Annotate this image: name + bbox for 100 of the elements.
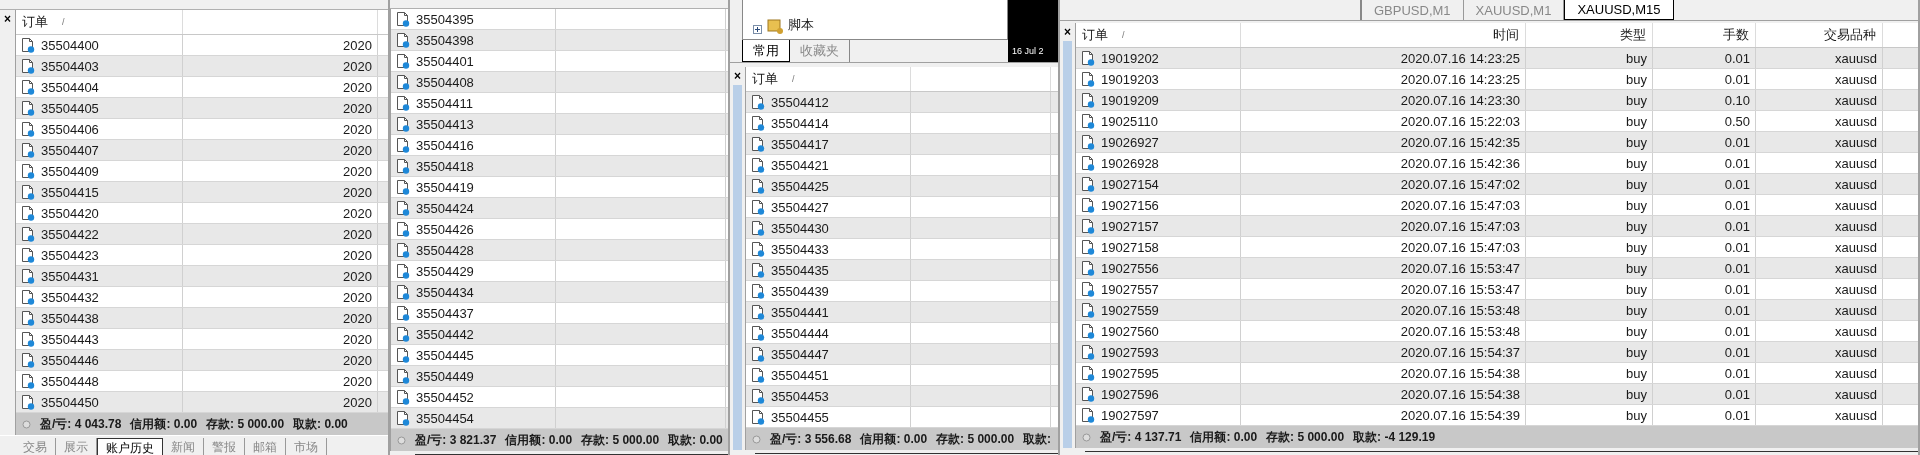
table-cell: xauusd (1835, 218, 1877, 234)
table-cell: 2020.07.16 14:23:30 (1400, 92, 1520, 108)
table-cell: 35504432 (41, 289, 99, 305)
document-icon (751, 136, 765, 152)
table-cell: xauusd (1835, 197, 1877, 213)
table-cell: 2020.07.16 14:23:25 (1400, 50, 1520, 66)
table-cell: 0.01 (1724, 71, 1750, 87)
table-cell: 19027560 (1101, 323, 1159, 339)
table-cell: 2020 (343, 394, 372, 410)
table-cell: 0.01 (1724, 344, 1750, 360)
status-text: 信用额: 0.00 (860, 430, 928, 448)
document-icon (1081, 176, 1095, 192)
table-cell: buy (1626, 407, 1647, 423)
table-cell: 35504398 (416, 32, 474, 48)
table-cell: 35504423 (41, 247, 99, 263)
document-icon (1081, 386, 1095, 402)
table-cell: xauusd (1835, 365, 1877, 381)
table-cell: 35504401 (416, 53, 474, 69)
document-icon (21, 142, 35, 158)
tree-item[interactable]: 脚本 (788, 16, 814, 34)
chart-tab[interactable]: XAUUSD,M15 (1564, 0, 1674, 20)
table-cell: 0.01 (1724, 239, 1750, 255)
table-cell: 0.01 (1724, 197, 1750, 213)
table-cell: buy (1626, 281, 1647, 297)
status-text: 信用额: 0.00 (130, 415, 198, 433)
column-header[interactable]: 手数 (1653, 23, 1756, 47)
table-cell: 19027156 (1101, 197, 1159, 213)
table-cell: xauusd (1835, 281, 1877, 297)
close-button[interactable]: × (734, 69, 741, 83)
table-cell: 19026928 (1101, 155, 1159, 171)
column-header[interactable]: 类型 (1526, 23, 1653, 47)
table-cell: 2020 (343, 268, 372, 284)
table-cell: 2020.07.16 15:47:03 (1400, 218, 1520, 234)
table-cell: 35504406 (41, 121, 99, 137)
status-text: 取款: 0.00 (668, 431, 723, 449)
table-cell: 2020 (343, 142, 372, 158)
chart-date: 16 Jul 2 (1012, 46, 1045, 56)
document-icon (396, 116, 410, 132)
table-cell: 0.01 (1724, 281, 1750, 297)
document-icon (21, 310, 35, 326)
table-cell: 35504407 (41, 142, 99, 158)
table-cell: buy (1626, 176, 1647, 192)
close-button[interactable]: × (4, 12, 11, 26)
document-icon (396, 32, 410, 48)
table-cell: 2020 (343, 310, 372, 326)
document-icon (396, 242, 410, 258)
table-cell: buy (1626, 365, 1647, 381)
table-cell: 35504441 (771, 304, 829, 320)
table-cell: 19027597 (1101, 407, 1159, 423)
table-cell: xauusd (1835, 92, 1877, 108)
table-cell: 35504444 (771, 325, 829, 341)
table-cell: 19027154 (1101, 176, 1159, 192)
table-cell: 2020 (343, 37, 372, 53)
table-cell: xauusd (1835, 323, 1877, 339)
table-cell: 35504437 (416, 305, 474, 321)
table-cell: xauusd (1835, 386, 1877, 402)
column-header[interactable]: 订单 / (16, 10, 183, 34)
table-cell: buy (1626, 50, 1647, 66)
document-icon (751, 262, 765, 278)
table-cell: 35504414 (771, 115, 829, 131)
table-cell: 35504403 (41, 58, 99, 74)
column-header[interactable]: 订单 / (746, 67, 911, 91)
document-icon (21, 268, 35, 284)
table-cell: 2020.07.16 15:47:02 (1400, 176, 1520, 192)
column-header[interactable]: 交易品种 (1756, 23, 1883, 47)
document-icon (1081, 302, 1095, 318)
table-cell: 2020.07.16 15:42:36 (1400, 155, 1520, 171)
table-cell: 35504421 (771, 157, 829, 173)
close-button[interactable]: × (1064, 25, 1071, 39)
column-header[interactable]: 时间 (1241, 23, 1526, 47)
document-icon (1081, 92, 1095, 108)
table-cell: 35504415 (41, 184, 99, 200)
table-cell: 35504420 (41, 205, 99, 221)
column-header[interactable]: 订单 / (1076, 23, 1241, 47)
table-cell: 35504435 (771, 262, 829, 278)
table-cell: 35504445 (416, 347, 474, 363)
status-text: 取款: (1023, 430, 1052, 448)
table-cell: buy (1626, 197, 1647, 213)
table-cell: 2020.07.16 15:53:47 (1400, 281, 1520, 297)
table-cell: 35504427 (771, 199, 829, 215)
table-cell: buy (1626, 344, 1647, 360)
table-cell: 35504430 (771, 220, 829, 236)
table-cell: 0.01 (1724, 260, 1750, 276)
table-cell: xauusd (1835, 407, 1877, 423)
table-cell: 2020.07.16 15:53:48 (1400, 323, 1520, 339)
terminal-tab[interactable]: 账户历史 (97, 438, 163, 455)
table-cell: buy (1626, 134, 1647, 150)
document-icon (751, 94, 765, 110)
table-cell: 2020 (343, 205, 372, 221)
table-cell: 19027158 (1101, 239, 1159, 255)
status-text: 存款: 5 000.00 (206, 415, 285, 433)
table-cell: 0.01 (1724, 50, 1750, 66)
table-cell: 0.10 (1724, 92, 1750, 108)
expand-icon[interactable] (753, 25, 762, 34)
table-cell: 35504454 (416, 410, 474, 426)
status-text: 盈/亏: 4 043.78 (40, 415, 122, 433)
table-cell: 19027559 (1101, 302, 1159, 318)
navigator-tab[interactable]: 常用 (742, 40, 790, 62)
table-cell: 2020 (343, 331, 372, 347)
table-cell: 2020 (343, 247, 372, 263)
